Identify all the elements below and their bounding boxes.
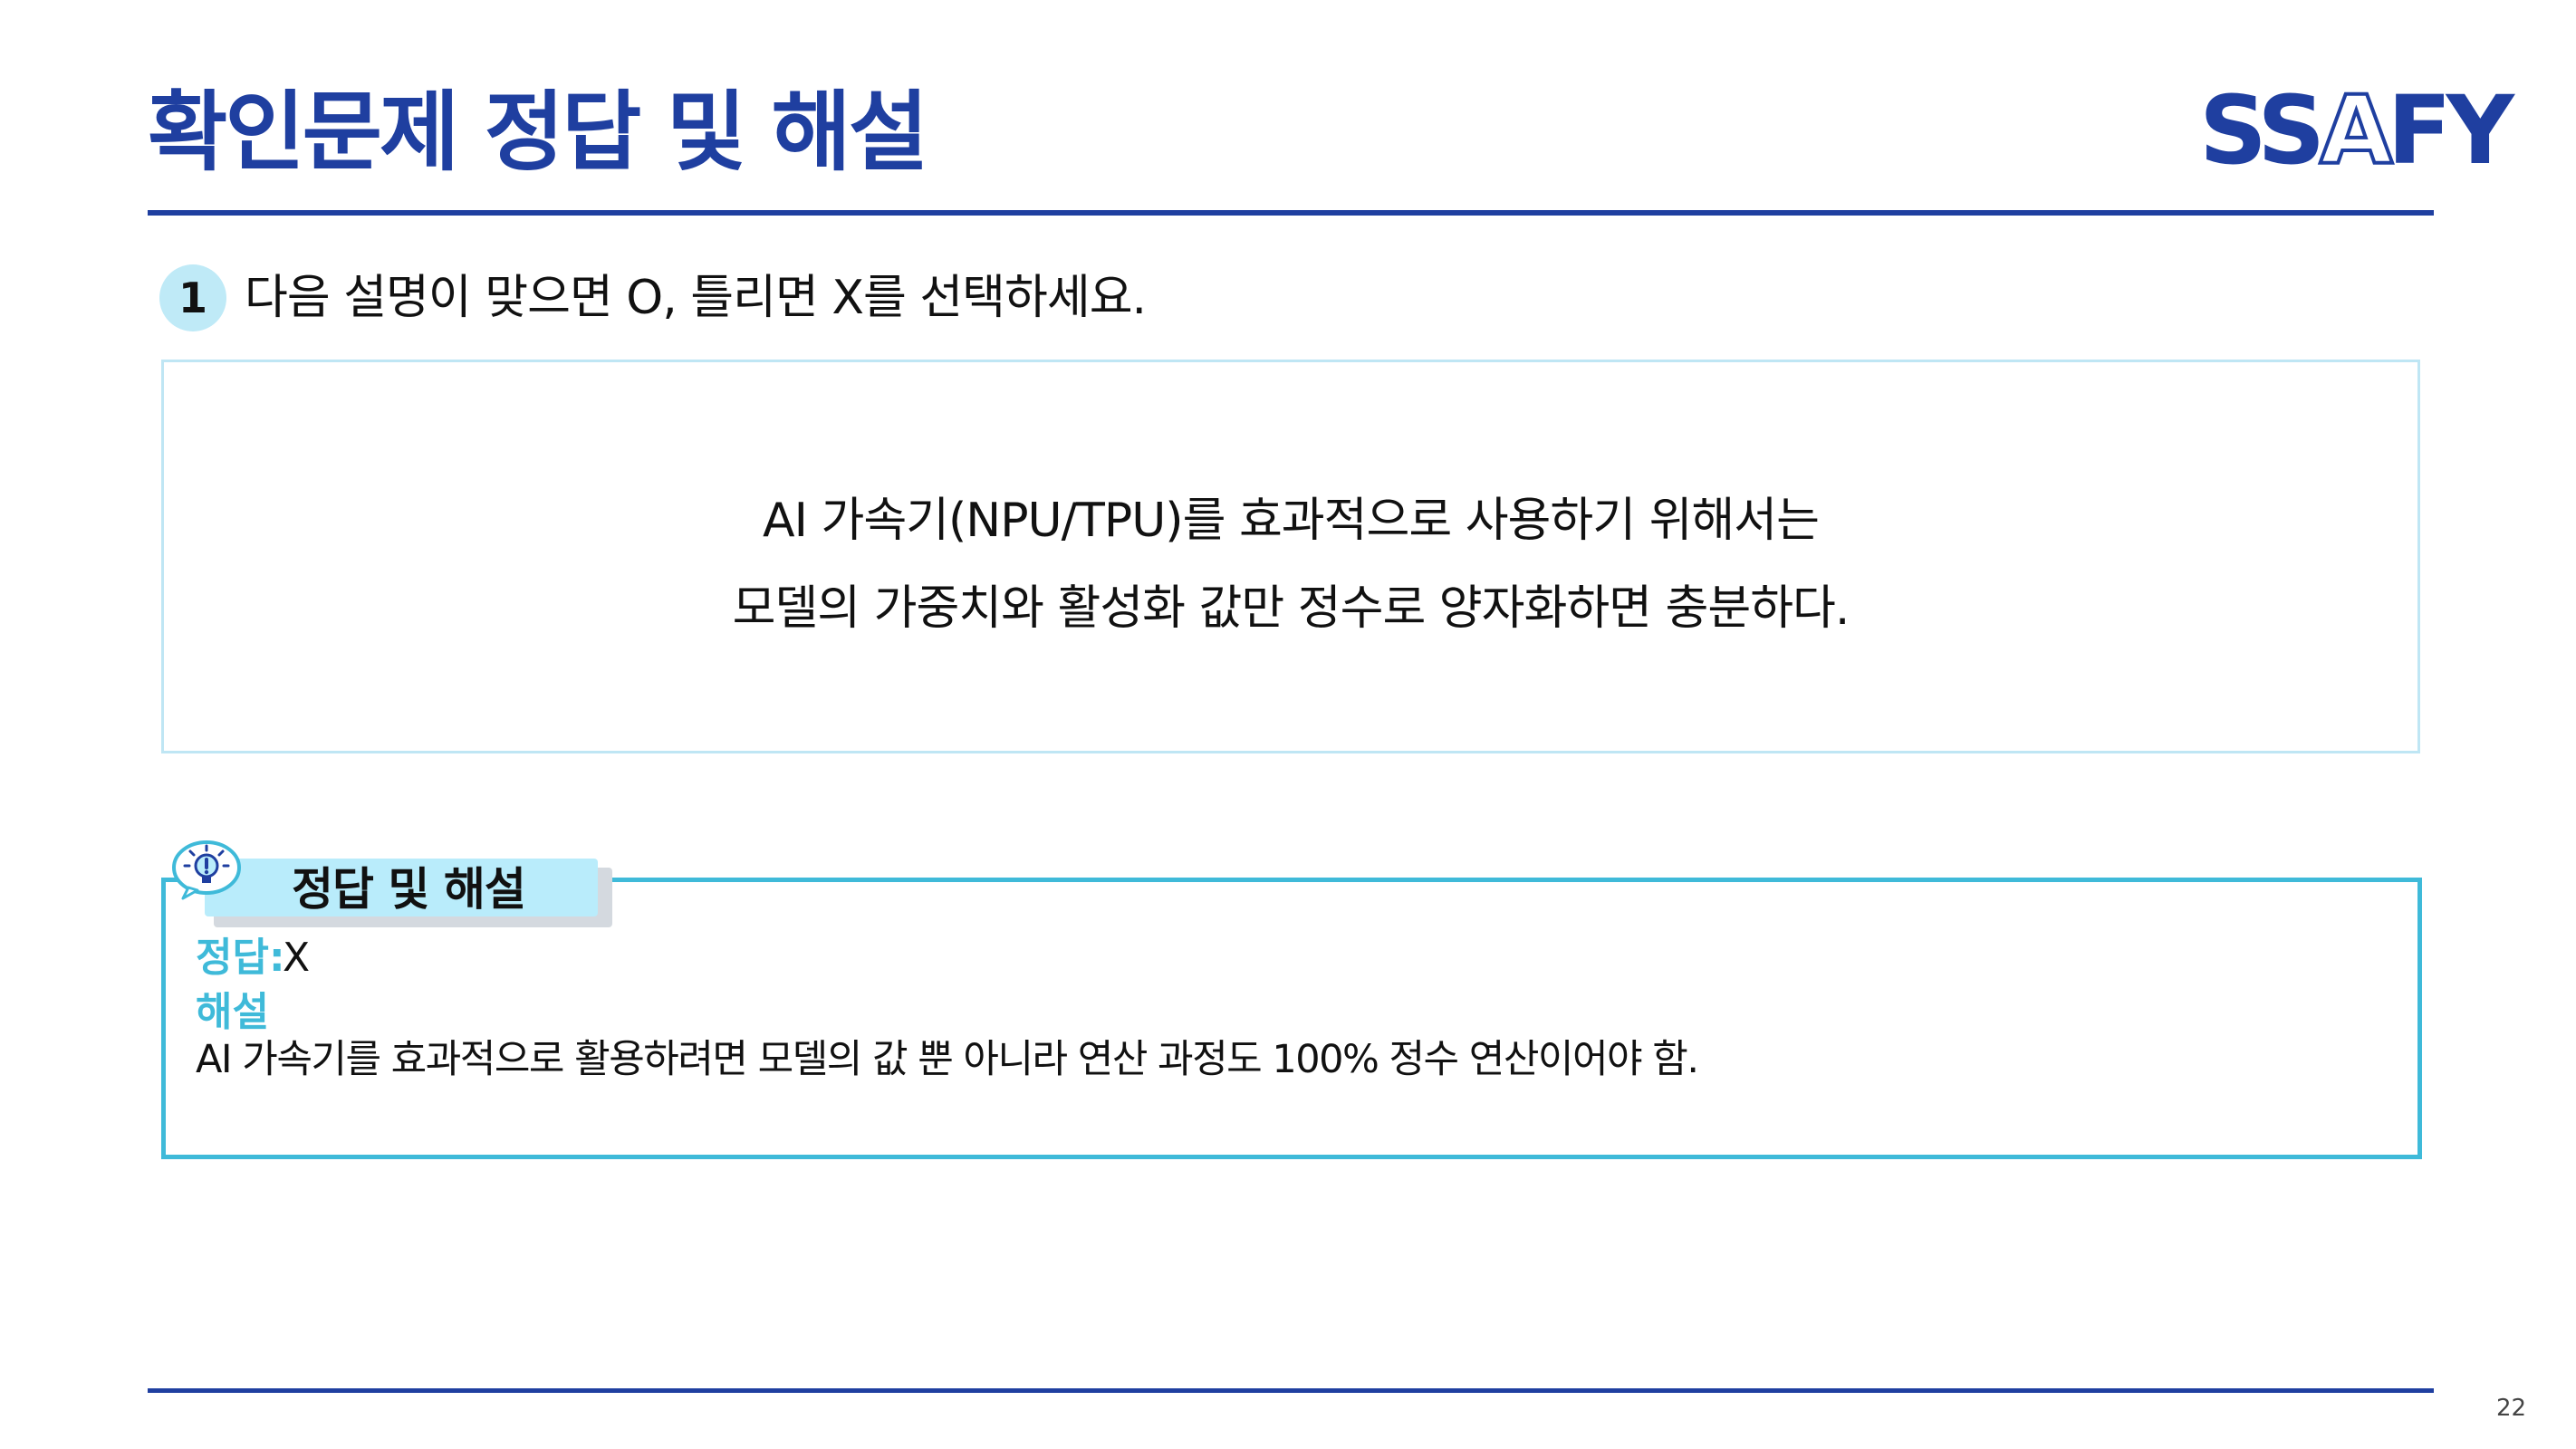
statement-line-2: 모델의 가중치와 활성화 값만 정수로 양자화하면 충분하다.	[732, 581, 1850, 636]
explanation-label: 해설	[196, 989, 269, 1035]
logo-text-after: FY	[2387, 75, 2514, 186]
question-instruction: 다음 설명이 맞으면 O, 틀리면 X를 선택하세요.	[245, 271, 1147, 325]
logo-text-before: SS	[2199, 75, 2325, 186]
page-number: 22	[2496, 1395, 2527, 1422]
logo-text-highlight: A	[2318, 75, 2394, 186]
lightbulb-icon	[172, 840, 241, 900]
ssafy-logo: SSAFY	[2199, 82, 2514, 179]
statement-line-1: AI 가속기(NPU/TPU)를 효과적으로 사용하기 위해서는	[763, 494, 1820, 548]
header-divider	[148, 210, 2434, 216]
question-number-badge: 1	[159, 264, 226, 331]
answer-label: 정답:	[196, 935, 285, 981]
question-statement-box: AI 가속기(NPU/TPU)를 효과적으로 사용하기 위해서는 모델의 가중치…	[161, 360, 2420, 753]
explanation-text: AI 가속기를 효과적으로 활용하려면 모델의 값 뿐 아니라 연산 과정도 1…	[196, 1037, 1699, 1082]
page-title: 확인문제 정답 및 해설	[148, 82, 928, 183]
answer-tab-label: 정답 및 해설	[292, 863, 526, 916]
answer-value: X	[283, 935, 311, 981]
footer-divider	[148, 1388, 2434, 1393]
